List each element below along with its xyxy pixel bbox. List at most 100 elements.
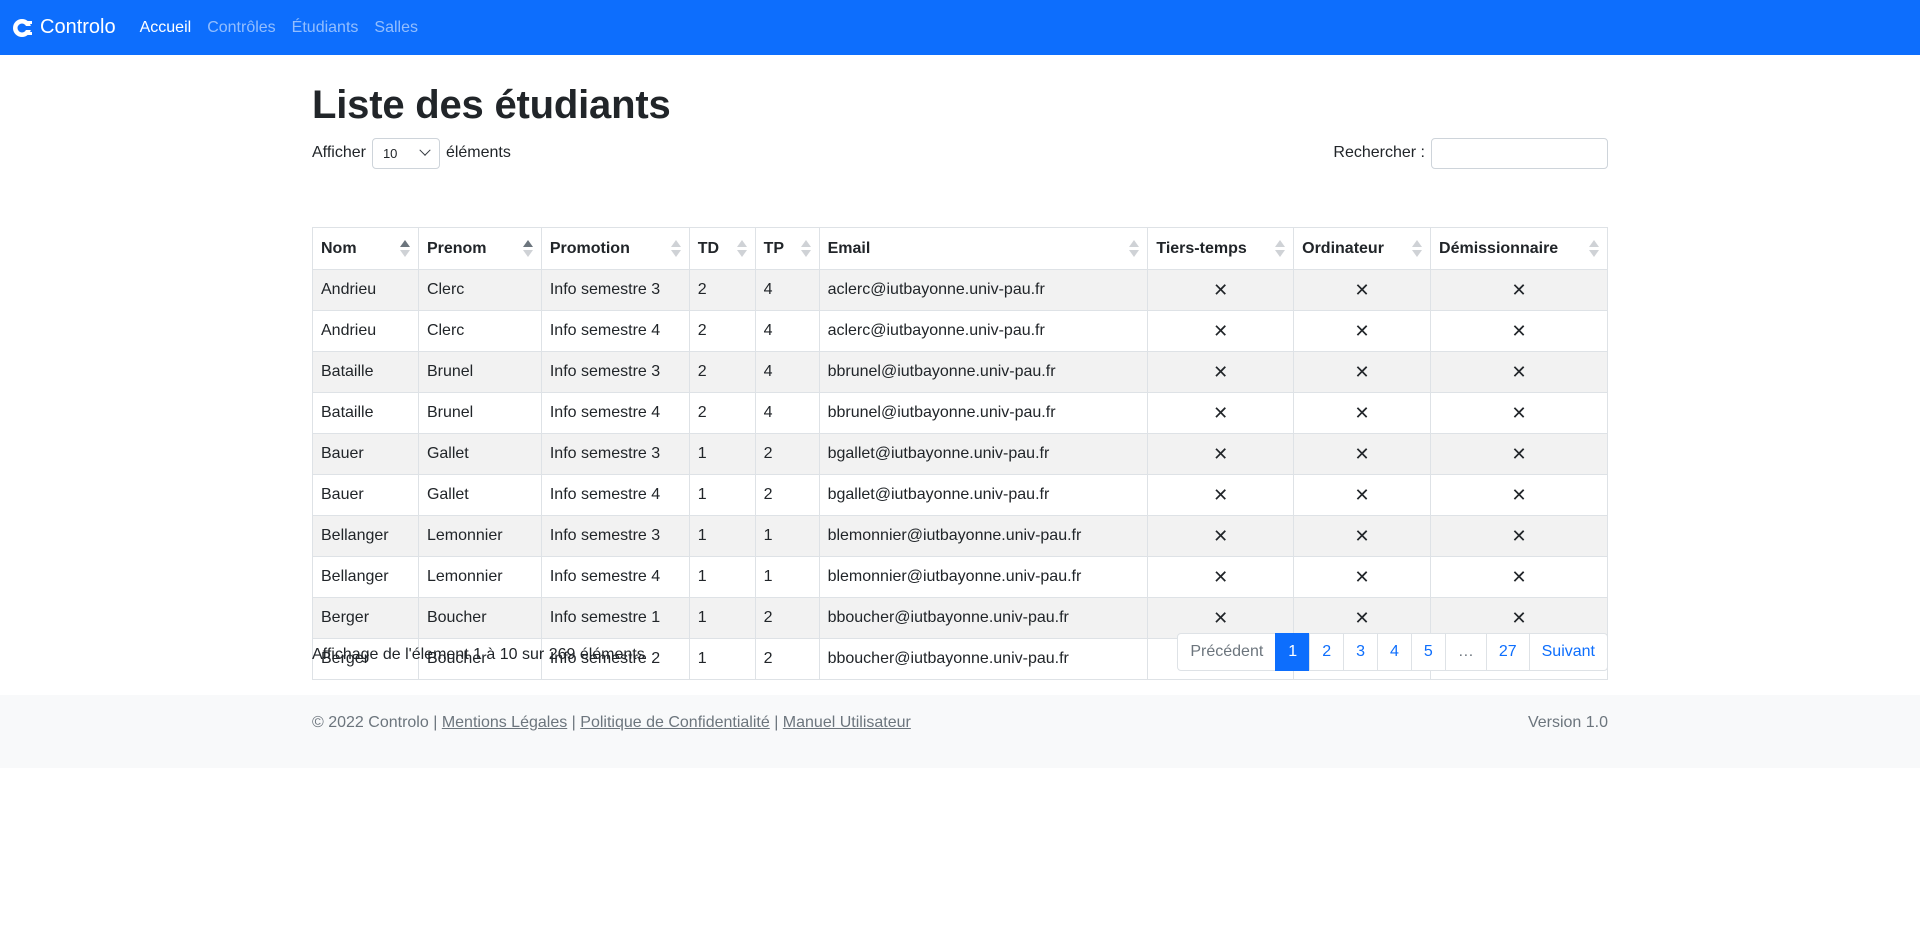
- table-cell: bgallet@iutbayonne.univ-pau.fr: [818, 433, 1149, 475]
- table-cell: Bellanger: [312, 556, 419, 598]
- close-icon: ✕: [1430, 310, 1608, 352]
- table-cell: 2: [754, 474, 820, 516]
- search-box: Rechercher :: [1333, 137, 1608, 169]
- table-cell: Boucher: [417, 597, 542, 639]
- nav-etudiants[interactable]: Étudiants: [292, 19, 359, 37]
- page-previous[interactable]: Précédent: [1177, 633, 1277, 671]
- page-next[interactable]: Suivant: [1528, 633, 1608, 671]
- show-label: Afficher: [312, 144, 366, 161]
- column-header[interactable]: Tiers-temps: [1147, 227, 1295, 270]
- table-cell: 4: [754, 310, 820, 352]
- table-cell: Bellanger: [312, 515, 419, 557]
- table-cell: 2: [688, 392, 756, 434]
- column-header-label: Email: [827, 239, 871, 257]
- column-header-label: TP: [763, 239, 785, 257]
- nav-accueil[interactable]: Accueil: [140, 19, 192, 37]
- sort-icon: [736, 240, 747, 258]
- footer-left: © 2022 Controlo | Mentions Légales | Pol…: [312, 714, 911, 731]
- table-cell: 4: [754, 351, 820, 393]
- table-row: Bauer Gallet Info semestre 3 1 2 bgallet@iutb…: [312, 433, 1608, 475]
- page-27[interactable]: 27: [1485, 633, 1530, 671]
- table-cell: Brunel: [417, 351, 542, 393]
- table-cell: Lemonnier: [417, 556, 542, 598]
- page-length: Afficher 10 éléments: [312, 137, 511, 169]
- search-input[interactable]: [1431, 137, 1608, 169]
- table-row: Bataille Brunel Info semestre 4 2 4 bbrunel@i…: [312, 392, 1608, 434]
- brand-name: Controlo: [40, 16, 116, 38]
- table-row: Andrieu Clerc Info semestre 3 2 4 aclerc@iutb…: [312, 269, 1608, 311]
- table-header-row: Nom Prenom Promotion TD TP Email Tiers-temps Or…: [312, 227, 1608, 270]
- column-header-label: Ordinateur: [1302, 239, 1384, 257]
- table-row: Bauer Gallet Info semestre 4 1 2 bgallet@iutb…: [312, 474, 1608, 516]
- table-cell: 2: [754, 433, 820, 475]
- page-3[interactable]: 3: [1343, 633, 1379, 671]
- column-header-label: TD: [697, 239, 720, 257]
- column-header[interactable]: Démissionnaire: [1430, 227, 1608, 270]
- close-icon: ✕: [1147, 392, 1295, 434]
- close-icon: ✕: [1293, 474, 1432, 516]
- table-cell: aclerc@iutbayonne.univ-pau.fr: [818, 269, 1149, 311]
- table-cell: 2: [754, 597, 820, 639]
- nav-salles[interactable]: Salles: [374, 19, 418, 37]
- link-manuel-utilisateur[interactable]: Manuel Utilisateur: [783, 714, 911, 731]
- sort-icon: [1589, 240, 1599, 258]
- table-cell: Info semestre 3: [540, 515, 690, 557]
- table-cell: 2: [688, 269, 756, 311]
- page-ellipsis: …: [1444, 633, 1487, 671]
- page-2[interactable]: 2: [1309, 633, 1345, 671]
- table-row: Andrieu Clerc Info semestre 4 2 4 aclerc@iutb…: [312, 310, 1608, 352]
- column-header[interactable]: Email: [818, 227, 1149, 270]
- table-cell: bboucher@iutbayonne.univ-pau.fr: [818, 597, 1149, 639]
- nav-controles[interactable]: Contrôles: [207, 19, 275, 37]
- navbar: Controlo Accueil Contrôles Étudiants Sal…: [0, 0, 1920, 55]
- table-cell: Info semestre 1: [540, 597, 690, 639]
- brand[interactable]: Controlo: [12, 16, 116, 40]
- sort-icon: [670, 240, 681, 258]
- table-cell: Lemonnier: [417, 515, 542, 557]
- column-header[interactable]: Nom: [312, 227, 419, 270]
- link-mentions-legales[interactable]: Mentions Légales: [442, 714, 567, 731]
- sort-icon: [1129, 240, 1140, 258]
- column-header[interactable]: Ordinateur: [1293, 227, 1432, 270]
- column-header[interactable]: Promotion: [540, 227, 690, 270]
- table-cell: Andrieu: [312, 269, 419, 311]
- close-icon: ✕: [1293, 310, 1432, 352]
- column-header[interactable]: TP: [754, 227, 820, 270]
- page-length-value: 10: [382, 145, 398, 161]
- table-cell: 4: [754, 392, 820, 434]
- main-content: Liste des étudiants Afficher 10 éléments…: [312, 55, 1608, 680]
- page-5[interactable]: 5: [1410, 633, 1446, 671]
- page-length-select[interactable]: 10: [371, 137, 440, 169]
- table-cell: Brunel: [417, 392, 542, 434]
- table-cell: 1: [688, 638, 756, 680]
- close-icon: ✕: [1430, 433, 1608, 475]
- table-cell: Gallet: [417, 433, 542, 475]
- close-icon: ✕: [1430, 556, 1608, 598]
- column-header-label: Nom: [321, 239, 357, 257]
- table-cell: Info semestre 3: [540, 269, 690, 311]
- table-cell: Bataille: [312, 351, 419, 393]
- column-header-label: Démissionnaire: [1439, 239, 1559, 257]
- close-icon: ✕: [1147, 351, 1295, 393]
- version: Version 1.0: [1527, 714, 1608, 731]
- sort-icon: [522, 240, 533, 258]
- table-cell: aclerc@iutbayonne.univ-pau.fr: [818, 310, 1149, 352]
- table-cell: Bauer: [312, 474, 419, 516]
- page-1[interactable]: 1: [1275, 633, 1311, 671]
- search-label: Rechercher :: [1333, 144, 1425, 161]
- table-cell: Info semestre 4: [540, 310, 690, 352]
- column-header[interactable]: Prenom: [417, 227, 542, 270]
- link-politique-confidentialite[interactable]: Politique de Confidentialité: [580, 714, 769, 731]
- page-4[interactable]: 4: [1377, 633, 1412, 671]
- table-cell: Bataille: [312, 392, 419, 434]
- table-cell: blemonnier@iutbayonne.univ-pau.fr: [818, 556, 1149, 598]
- page-title: Liste des étudiants: [312, 83, 671, 127]
- column-header[interactable]: TD: [688, 227, 756, 270]
- close-icon: ✕: [1147, 556, 1295, 598]
- close-icon: ✕: [1147, 269, 1295, 311]
- close-icon: ✕: [1430, 269, 1608, 311]
- close-icon: ✕: [1147, 310, 1295, 352]
- table-cell: 1: [688, 556, 756, 598]
- table-cell: 1: [688, 433, 756, 475]
- column-header-label: Prenom: [426, 239, 487, 257]
